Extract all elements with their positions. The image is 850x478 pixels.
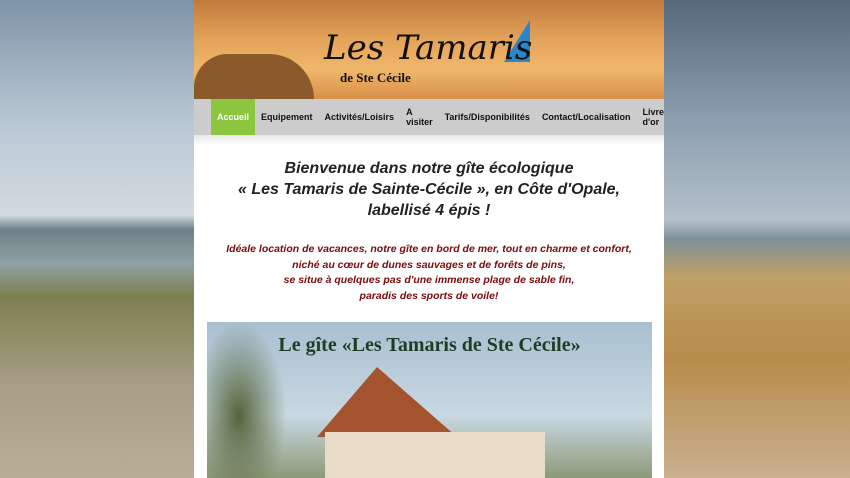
nav-shadow bbox=[194, 135, 664, 145]
intro-line: paradis des sports de voile! bbox=[359, 289, 499, 302]
background-beach-left bbox=[0, 0, 194, 478]
main-nav: Accueil Equipement Activités/Loisirs A v… bbox=[194, 99, 664, 135]
intro-text: Idéale location de vacances, notre gîte … bbox=[194, 242, 664, 304]
page-container: Les Tamaris de Ste Cécile Accueil Equipe… bbox=[194, 0, 664, 478]
dune-graphic bbox=[194, 54, 314, 99]
photo-title: Le gîte «Les Tamaris de Ste Cécile» bbox=[278, 334, 581, 356]
nav-tarifs[interactable]: Tarifs/Disponibilités bbox=[439, 99, 536, 135]
nav-equipement[interactable]: Equipement bbox=[255, 99, 319, 135]
nav-activites-loisirs[interactable]: Activités/Loisirs bbox=[319, 99, 401, 135]
gite-photo: Le gîte «Les Tamaris de Ste Cécile» bbox=[207, 322, 652, 478]
intro-line: niché au cœur de dunes sauvages et de fo… bbox=[292, 258, 566, 271]
logo-title[interactable]: Les Tamaris bbox=[324, 28, 532, 68]
nav-contact[interactable]: Contact/Localisation bbox=[536, 99, 637, 135]
intro-line: se situe à quelques pas d'une immense pl… bbox=[283, 274, 575, 286]
welcome-heading: Bienvenue dans notre gîte écologique « L… bbox=[194, 158, 664, 221]
nav-accueil[interactable]: Accueil bbox=[211, 99, 256, 135]
background-dunes-right bbox=[664, 0, 850, 478]
house-roof bbox=[317, 367, 457, 437]
welcome-line: labellisé 4 épis ! bbox=[367, 202, 491, 219]
nav-livre-dor[interactable]: Livre d'or bbox=[636, 99, 670, 135]
house-wall bbox=[325, 432, 545, 478]
intro-line: Idéale location de vacances, notre gîte … bbox=[226, 243, 632, 255]
welcome-line: Bienvenue dans notre gîte écologique bbox=[284, 160, 574, 177]
nav-a-visiter[interactable]: A visiter bbox=[400, 99, 439, 135]
welcome-line: « Les Tamaris de Sainte-Cécile », en Côt… bbox=[237, 181, 620, 198]
header-banner: Les Tamaris de Ste Cécile bbox=[194, 0, 664, 99]
logo-subtitle: de Ste Cécile bbox=[340, 70, 411, 85]
